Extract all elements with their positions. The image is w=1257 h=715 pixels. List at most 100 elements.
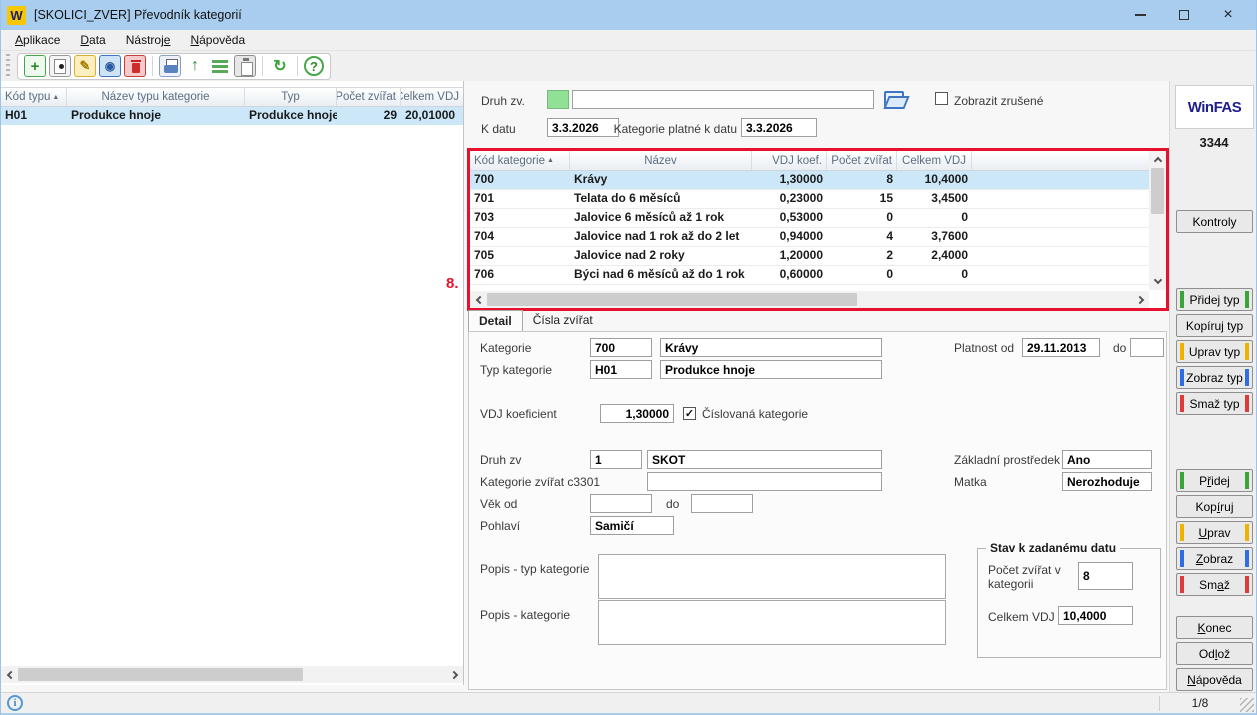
- typ-name-field[interactable]: [660, 360, 882, 379]
- uprav-button[interactable]: Uprav: [1176, 521, 1253, 544]
- refresh-icon[interactable]: ↻: [269, 55, 291, 77]
- info-icon[interactable]: i: [7, 695, 23, 711]
- edit-icon[interactable]: ✎: [74, 55, 96, 77]
- col-kod-typu[interactable]: Kód typu▲: [1, 88, 67, 106]
- popis-kategorie-label: Popis - kategorie: [480, 608, 570, 622]
- scroll-left-button[interactable]: [1, 666, 18, 683]
- druh-code-field[interactable]: [590, 450, 642, 469]
- col-kod-kategorie[interactable]: Kód kategorie▲: [470, 151, 570, 170]
- category-row[interactable]: 703 Jalovice 6 měsíců až 1 rok 0,53000 0…: [470, 209, 1166, 228]
- tab-cisla-zvirat[interactable]: Čísla zvířat: [523, 310, 603, 332]
- window-title: [SKOLICI_ZVER] Převodník kategorií: [34, 8, 242, 22]
- type-table-header: Kód typu▲ Název typu kategorie Typ Počet…: [1, 87, 463, 107]
- platnost-do-field[interactable]: [1130, 338, 1164, 357]
- category-row[interactable]: 704 Jalovice nad 1 rok až do 2 let 0,940…: [470, 228, 1166, 247]
- annotation-8: 8.: [446, 275, 459, 292]
- scroll-right-button[interactable]: [446, 666, 463, 683]
- col-nazev[interactable]: Název: [570, 151, 752, 170]
- smaz-button[interactable]: Smaž: [1176, 573, 1253, 596]
- menu-nastroje[interactable]: Nástroje: [116, 31, 181, 49]
- smaz-typ-button[interactable]: Smaž typ: [1176, 392, 1253, 415]
- scroll-right-button[interactable]: [1132, 291, 1149, 308]
- napoveda-button[interactable]: Nápověda: [1176, 668, 1253, 691]
- col-pocet-zvirat[interactable]: Počet zvířat: [337, 88, 401, 106]
- category-row[interactable]: 700 Krávy 1,30000 8 10,4000: [470, 171, 1166, 190]
- scroll-down-button[interactable]: [1149, 273, 1166, 290]
- export-icon[interactable]: ↑: [184, 55, 206, 77]
- scroll-up-button[interactable]: [1149, 151, 1166, 168]
- platnost-od-field[interactable]: [1022, 338, 1100, 357]
- typ-code-field[interactable]: [590, 360, 652, 379]
- category-row[interactable]: 701 Telata do 6 měsíců 0,23000 15 3,4500: [470, 190, 1166, 209]
- menu-aplikace[interactable]: Aplikace: [5, 31, 70, 49]
- cislovana-kategorie-checkbox[interactable]: ✓: [683, 407, 696, 420]
- vscroll-thumb[interactable]: [1151, 168, 1164, 214]
- col-vdj-koef[interactable]: VDJ koef.: [752, 151, 827, 170]
- pohlavi-field[interactable]: [590, 516, 674, 535]
- druh-zv-color-swatch[interactable]: [547, 90, 569, 109]
- maximize-icon: [1179, 10, 1189, 20]
- vdj-koeficient-field[interactable]: [600, 404, 674, 423]
- popis-kategorie-textarea[interactable]: [598, 600, 946, 645]
- menu-napoveda[interactable]: Nápověda: [180, 31, 255, 49]
- odloz-button[interactable]: Odlož: [1176, 642, 1253, 665]
- kategorie-code-field[interactable]: [590, 338, 652, 357]
- print-icon[interactable]: [159, 55, 181, 77]
- tab-detail[interactable]: Detail: [468, 310, 523, 332]
- copy-icon[interactable]: [49, 55, 71, 77]
- popis-typ-textarea[interactable]: [598, 554, 946, 599]
- pridej-button[interactable]: Přidej: [1176, 469, 1253, 492]
- toolbar-drag-handle[interactable]: [6, 54, 10, 78]
- zobrazit-zrusene-label: Zobrazit zrušené: [954, 94, 1043, 108]
- kopiruj-typ-button[interactable]: Kopíruj typ: [1176, 314, 1253, 337]
- view-icon[interactable]: ◉: [99, 55, 121, 77]
- zakladni-prostredek-field[interactable]: [1062, 450, 1152, 469]
- k-datu-label: K datu: [481, 122, 516, 136]
- stav-celkem-vdj-field[interactable]: [1058, 606, 1133, 625]
- zobraz-button[interactable]: Zobraz: [1176, 547, 1253, 570]
- menu-data[interactable]: Data: [70, 31, 115, 49]
- list-icon[interactable]: [209, 55, 231, 77]
- kategorie-c3301-field[interactable]: [647, 472, 882, 491]
- uprav-typ-button[interactable]: Uprav typ: [1176, 340, 1253, 363]
- col-typ[interactable]: Typ: [245, 88, 337, 106]
- open-folder-icon[interactable]: [884, 91, 906, 107]
- add-icon[interactable]: +: [24, 55, 46, 77]
- vek-od-field[interactable]: [590, 494, 652, 513]
- hscroll-thumb[interactable]: [487, 293, 857, 306]
- kopiruj-button[interactable]: Kopíruj: [1176, 495, 1253, 518]
- druh-zv-input[interactable]: [572, 90, 874, 109]
- minimize-button[interactable]: [1118, 1, 1162, 29]
- kontroly-button[interactable]: Kontroly: [1176, 210, 1253, 233]
- category-row[interactable]: 705 Jalovice nad 2 roky 1,20000 2 2,4000: [470, 247, 1166, 266]
- druh-name-field[interactable]: [647, 450, 882, 469]
- col-celkem-vdj[interactable]: Celkem VDJ: [401, 88, 463, 106]
- konec-button[interactable]: Konec: [1176, 616, 1253, 639]
- paste-icon[interactable]: [234, 55, 256, 77]
- type-table-row[interactable]: H01 Produkce hnoje Produkce hnoje 29 20,…: [1, 107, 463, 125]
- help-icon[interactable]: ?: [304, 56, 324, 76]
- close-button[interactable]: ×: [1206, 1, 1250, 29]
- delete-icon[interactable]: [124, 55, 146, 77]
- toolbar-group: + ✎ ◉ ↑ ↻ ?: [17, 53, 331, 80]
- hscroll-thumb[interactable]: [18, 668, 303, 681]
- toolbar-separator: [297, 56, 298, 76]
- main-area: Kód typu▲ Název typu kategorie Typ Počet…: [1, 81, 1256, 692]
- zobraz-typ-button[interactable]: Zobraz typ: [1176, 366, 1253, 389]
- col-nazev-typu[interactable]: Název typu kategorie: [67, 88, 245, 106]
- zakladni-prostredek-label: Základní prostředek: [954, 453, 1060, 467]
- category-row[interactable]: 706 Býci nad 6 měsíců až do 1 rok 0,6000…: [470, 266, 1166, 285]
- zobrazit-zrusene-checkbox[interactable]: [935, 92, 948, 105]
- pridej-typ-button[interactable]: Přidej typ: [1176, 288, 1253, 311]
- maximize-button[interactable]: [1162, 1, 1206, 29]
- resize-grip[interactable]: [1240, 698, 1254, 712]
- kategorie-name-field[interactable]: [660, 338, 882, 357]
- vek-do-field[interactable]: [691, 494, 753, 513]
- col-pocet-zvirat[interactable]: Počet zvířat: [827, 151, 897, 170]
- pocet-zvirat-field[interactable]: [1078, 562, 1133, 590]
- matka-field[interactable]: [1062, 472, 1152, 491]
- kategorie-platne-input[interactable]: [741, 118, 817, 137]
- druh-zv-detail-label: Druh zv: [480, 453, 521, 467]
- scroll-left-button[interactable]: [470, 291, 487, 308]
- col-celkem-vdj[interactable]: Celkem VDJ: [897, 151, 972, 170]
